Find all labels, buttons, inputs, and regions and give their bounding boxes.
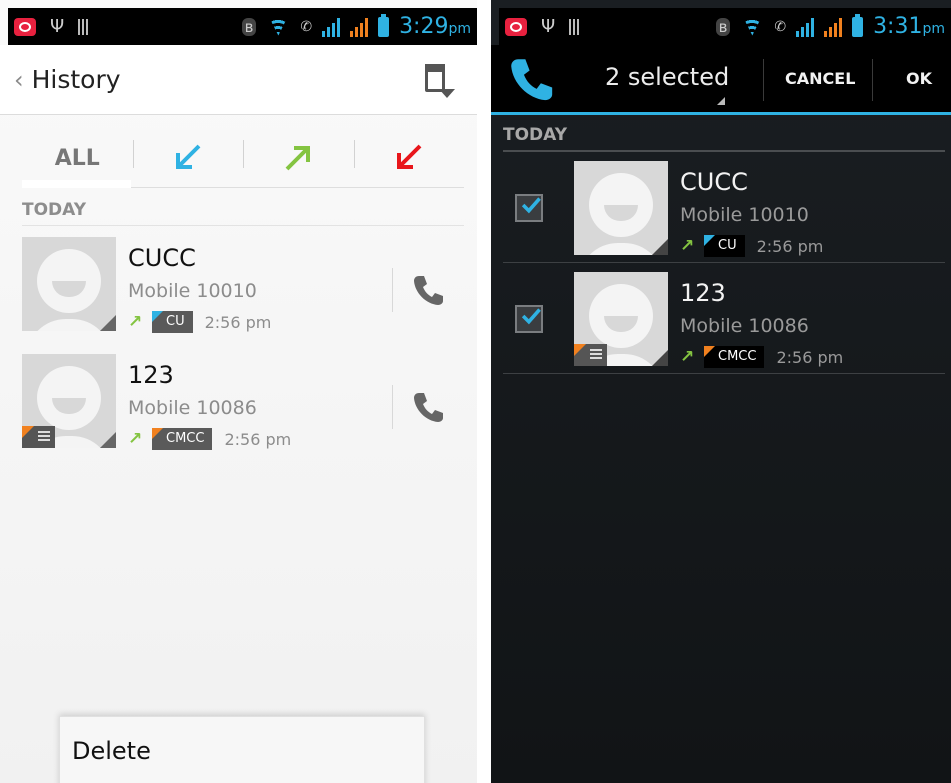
status-bar: Ψ ʙ ✆ 3:29pm — [8, 8, 477, 45]
app-header: ‹ History — [0, 45, 477, 115]
tab-all-label: ALL — [54, 146, 100, 171]
call-button[interactable] — [408, 387, 448, 427]
contact-avatar[interactable] — [574, 161, 668, 255]
call-button-divider — [392, 385, 393, 429]
call-log-row[interactable]: 123 Mobile 10086 ↗ CMCC 2:56 pm — [574, 272, 945, 368]
context-menu: Delete — [59, 716, 425, 783]
call-time: 2:56 pm — [776, 347, 844, 367]
row-checkbox[interactable] — [515, 305, 543, 333]
contact-number: Mobile 10010 — [128, 280, 257, 302]
dropdown-indicator-icon — [717, 97, 725, 105]
phone-alert-icon: ✆ — [774, 18, 787, 35]
checkmark-icon — [521, 197, 541, 214]
outgoing-call-icon: ↗ — [128, 429, 143, 449]
tab-missed[interactable] — [353, 128, 465, 187]
call-time: 2:56 pm — [224, 429, 292, 449]
phone-icon — [414, 276, 443, 305]
sd-card-icon — [78, 18, 91, 35]
call-button-divider — [392, 268, 393, 312]
signal-icon-1 — [796, 17, 815, 37]
contact-number: Mobile 10010 — [680, 204, 809, 226]
delete-menu-item[interactable]: Delete — [72, 737, 151, 765]
row-divider — [503, 373, 945, 374]
sim-badge: CMCC — [152, 428, 213, 450]
selection-screen: Ψ ʙ ✆ 3:31pm 2 selected CANCEL OK TODAY … — [491, 0, 951, 783]
status-clock: 3:29pm — [399, 14, 471, 39]
contact-number: Mobile 10086 — [128, 397, 257, 419]
sim-menu-icon[interactable] — [421, 62, 455, 98]
app-notification-icon — [14, 17, 36, 36]
signal-icon-2 — [350, 17, 369, 37]
row-divider — [503, 262, 945, 263]
section-header-today: TODAY — [22, 200, 464, 226]
bluetooth-icon: ʙ — [241, 17, 257, 36]
back-chevron-icon[interactable]: ‹ — [14, 66, 24, 94]
bluetooth-icon: ʙ — [715, 17, 731, 36]
call-time: 2:56 pm — [756, 236, 824, 256]
outgoing-call-icon: ↗ — [680, 236, 695, 256]
selection-count-dropdown[interactable]: 2 selected — [605, 63, 729, 91]
ok-button[interactable]: OK — [906, 69, 932, 88]
call-log-row[interactable]: 123 Mobile 10086 ↗ CMCC 2:56 pm — [22, 354, 464, 450]
outgoing-call-icon — [285, 145, 311, 170]
outgoing-call-icon: ↗ — [128, 312, 143, 332]
history-screen: Ψ ʙ ✆ 3:29pm ‹ History ALL TODAY CUCC Mo… — [0, 0, 477, 783]
signal-icon-2 — [824, 17, 843, 37]
battery-icon — [852, 13, 864, 37]
contact-number: Mobile 10086 — [680, 315, 809, 337]
contact-avatar[interactable] — [22, 354, 116, 448]
battery-icon — [378, 13, 390, 37]
tab-incoming[interactable] — [132, 128, 244, 187]
sim-card-icon — [574, 344, 607, 366]
call-log-row[interactable]: CUCC Mobile 10010 ↗ CU 2:56 pm — [574, 161, 945, 257]
call-button[interactable] — [408, 270, 448, 310]
status-bar: Ψ ʙ ✆ 3:31pm — [499, 8, 951, 45]
missed-call-icon — [396, 144, 422, 169]
app-notification-icon — [505, 17, 527, 36]
action-divider — [872, 59, 873, 101]
contact-name: CUCC — [128, 244, 196, 272]
status-clock: 3:31pm — [873, 14, 945, 39]
contact-name: 123 — [680, 279, 726, 307]
call-log-row[interactable]: CUCC Mobile 10010 ↗ CU 2:56 pm — [22, 237, 464, 333]
sim-badge: CMCC — [704, 346, 765, 368]
page-title[interactable]: History — [32, 65, 121, 94]
contact-name: CUCC — [680, 168, 748, 196]
checkmark-icon — [521, 308, 541, 325]
row-checkbox[interactable] — [515, 194, 543, 222]
usb-icon: Ψ — [50, 16, 65, 37]
phone-icon — [414, 393, 443, 422]
outgoing-call-icon: ↗ — [680, 347, 695, 367]
call-filter-tabs: ALL — [22, 128, 464, 188]
contact-name: 123 — [128, 361, 174, 389]
phone-alert-icon: ✆ — [300, 18, 313, 35]
selection-action-bar: 2 selected CANCEL OK — [491, 45, 951, 115]
cancel-button[interactable]: CANCEL — [785, 69, 855, 88]
wifi-icon — [740, 18, 764, 36]
sim-badge: CU — [704, 235, 745, 257]
action-divider — [763, 59, 764, 101]
call-time: 2:56 pm — [204, 312, 272, 332]
tab-all[interactable]: ALL — [22, 128, 133, 188]
phone-app-icon — [511, 58, 553, 100]
signal-icon-1 — [322, 17, 341, 37]
tab-outgoing[interactable] — [243, 128, 354, 187]
sim-badge: CU — [152, 311, 193, 333]
sim-card-icon — [22, 426, 55, 448]
usb-icon: Ψ — [541, 16, 556, 37]
section-header-today: TODAY — [503, 125, 945, 152]
contact-avatar[interactable] — [22, 237, 116, 331]
wifi-icon — [266, 18, 290, 36]
incoming-call-icon — [175, 144, 201, 169]
contact-avatar[interactable] — [574, 272, 668, 366]
sd-card-icon — [569, 18, 582, 35]
